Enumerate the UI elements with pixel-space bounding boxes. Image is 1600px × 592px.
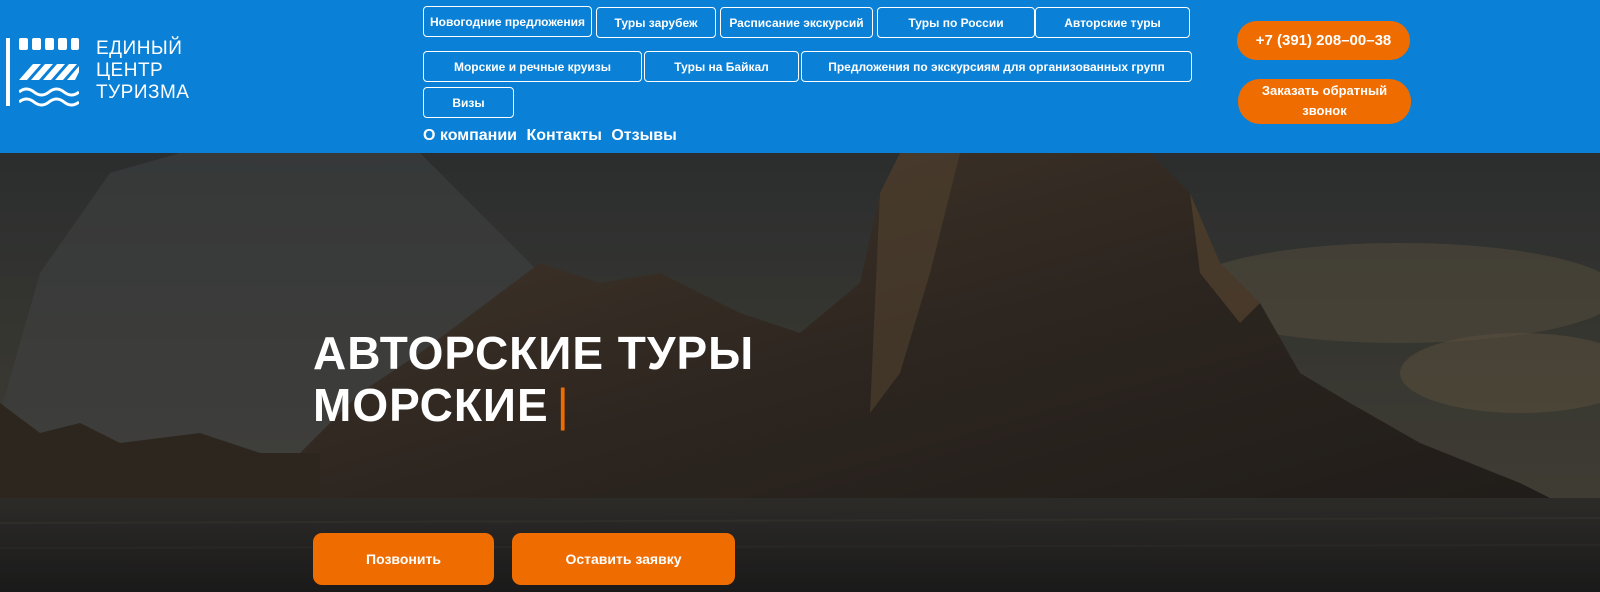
hero-background-image [0,153,1600,592]
logo-bar [6,38,10,106]
hero-line-1: АВТОРСКИЕ ТУРЫ [313,327,755,379]
logo-text: ЕДИНЫЙ ЦЕНТР ТУРИЗМА [96,38,189,104]
secondary-links: О компании Контакты Отзывы [423,127,682,145]
link-reviews[interactable]: Отзывы [611,127,676,144]
nav-group-excursions[interactable]: Предложения по экскурсиям для организова… [801,51,1192,82]
nav-sea-river-cruises[interactable]: Морские и речные круизы [423,51,642,82]
nav-visas[interactable]: Визы [423,87,514,118]
leave-request-button[interactable]: Оставить заявку [512,533,735,585]
callback-button[interactable]: Заказать обратный звонок [1238,79,1411,124]
hero-line-2: МОРСКИЕ | [313,379,754,431]
logo-icon [19,38,79,107]
nav-excursion-schedule[interactable]: Расписание экскурсий [720,7,873,38]
hero-line-2-text: МОРСКИЕ [313,379,549,431]
call-button[interactable]: Позвонить [313,533,494,585]
link-about[interactable]: О компании [423,127,517,144]
nav-tours-russia[interactable]: Туры по России [877,7,1035,38]
logo-line-2: ЦЕНТР [96,60,164,81]
nav-new-year-offers[interactable]: Новогодние предложения [423,6,592,37]
nav-author-tours[interactable]: Авторские туры [1035,7,1190,38]
hero-heading: АВТОРСКИЕ ТУРЫ МОРСКИЕ | [313,327,754,431]
logo-line-1: ЕДИНЫЙ [96,38,183,59]
nav-tours-abroad[interactable]: Туры зарубеж [596,7,716,38]
typing-cursor: | [556,379,570,431]
hero-section [0,153,1600,592]
nav-baikal-tours[interactable]: Туры на Байкал [644,51,799,82]
link-contacts[interactable]: Контакты [526,127,601,144]
logo[interactable]: ЕДИНЫЙ ЦЕНТР ТУРИЗМА [6,36,206,108]
phone-button[interactable]: +7 (391) 208–00–38 [1237,21,1410,60]
logo-line-3: ТУРИЗМА [96,82,190,103]
site-header: ЕДИНЫЙ ЦЕНТР ТУРИЗМА Новогодние предложе… [0,0,1600,153]
